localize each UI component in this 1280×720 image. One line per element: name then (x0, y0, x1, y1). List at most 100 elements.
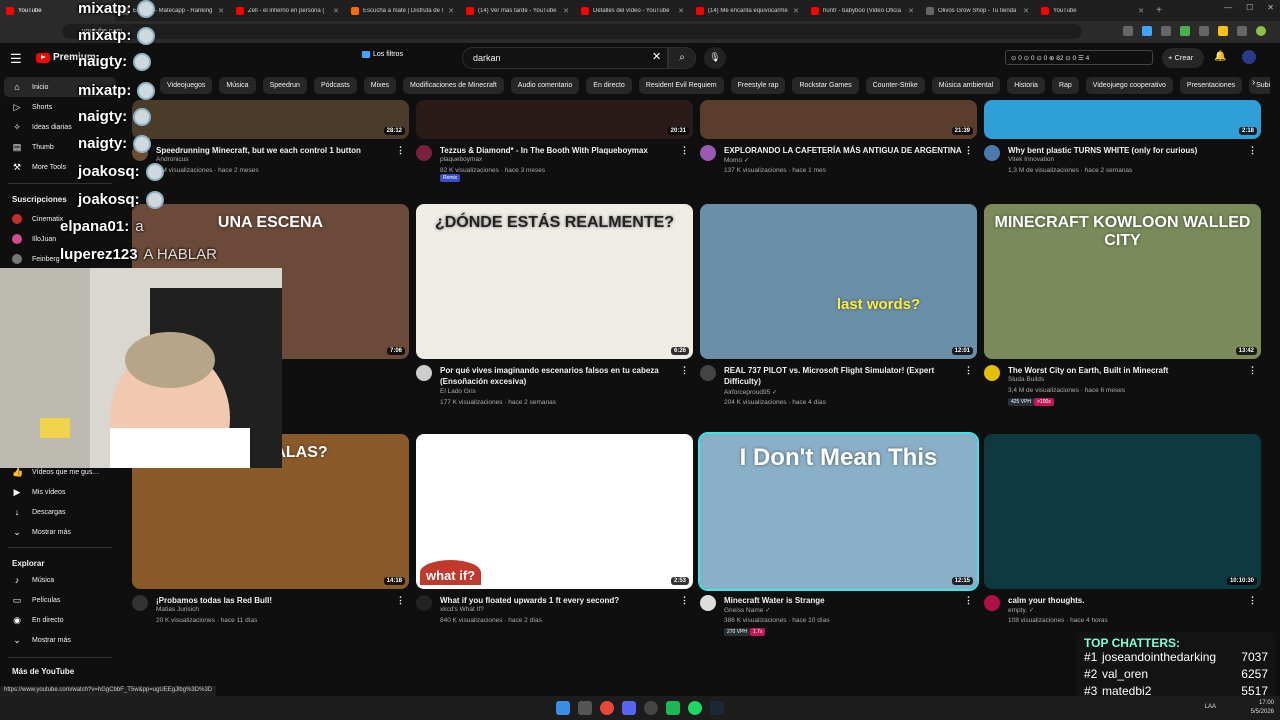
window-controls[interactable]: — ☐ ✕ (1224, 3, 1274, 12)
tab-close-icon[interactable]: ✕ (563, 7, 569, 15)
video-thumbnail[interactable]: 20:31 (416, 100, 693, 139)
video-title[interactable]: Tezzus & Diamond* - In The Booth With Pl… (440, 145, 680, 156)
more-options-icon[interactable]: ⋮ (964, 365, 973, 376)
channel-avatar[interactable] (416, 365, 432, 381)
video-thumbnail[interactable]: last words? 12:01 (700, 204, 977, 359)
video-thumbnail[interactable]: 21:39 (700, 100, 977, 139)
close-icon[interactable]: ✕ (1267, 3, 1274, 12)
filter-chip[interactable]: Counter-Strike (865, 77, 925, 94)
video-thumbnail[interactable]: what if? 2:53 (416, 434, 693, 589)
filter-chip[interactable]: Pódcasts (313, 77, 357, 94)
more-options-icon[interactable]: ⋮ (1248, 365, 1257, 376)
browser-tab[interactable]: (14) Me encanta equivocarme ✕ (690, 0, 805, 21)
channel-name[interactable]: Gneiss Name ✓ (724, 606, 771, 614)
tab-close-icon[interactable]: ✕ (908, 7, 914, 15)
more-options-icon[interactable]: ⋮ (1248, 595, 1257, 606)
more-options-icon[interactable]: ⋮ (964, 595, 973, 606)
tab-close-icon[interactable]: ✕ (333, 7, 339, 15)
channel-avatar[interactable] (132, 595, 148, 611)
filter-chip[interactable]: Mixes (363, 77, 397, 94)
more-options-icon[interactable]: ⋮ (1248, 145, 1257, 156)
maximize-icon[interactable]: ☐ (1246, 3, 1253, 12)
filter-chip[interactable]: Modificaciones de Minecraft (403, 77, 504, 94)
channel-avatar[interactable] (984, 595, 1000, 611)
video-thumbnail[interactable]: I Don't Mean This 12:15 (698, 432, 979, 591)
video-thumbnail[interactable]: 10:10:30 (984, 434, 1261, 589)
sidebar-item-you[interactable]: ⌄ Mostrar más (0, 522, 120, 542)
extension-icon[interactable] (1180, 26, 1190, 36)
extension-icon[interactable] (1218, 26, 1228, 36)
sidebar-item-explore[interactable]: ♪ Música (0, 570, 120, 590)
spotify-icon[interactable] (688, 701, 702, 715)
extension-icon[interactable] (1142, 26, 1152, 36)
channel-name[interactable]: xkcd's What If? (440, 606, 484, 613)
filters-button[interactable]: Los filtros (362, 51, 403, 58)
more-options-icon[interactable]: ⋮ (396, 145, 405, 156)
more-options-icon[interactable]: ⋮ (680, 145, 689, 156)
start-icon[interactable] (556, 701, 570, 715)
channel-name[interactable]: empty. ✓ (1008, 606, 1034, 614)
channel-name[interactable]: Sluda Builds (1008, 376, 1044, 383)
channel-name[interactable]: Matias Jurisich (156, 606, 199, 613)
steam-icon[interactable] (710, 701, 724, 715)
search-button[interactable]: ⌕ (668, 47, 696, 69)
filter-chip[interactable]: Presentaciones (1179, 77, 1243, 94)
discord-icon[interactable] (622, 701, 636, 715)
extension-icon[interactable] (1123, 26, 1133, 36)
tab-close-icon[interactable]: ✕ (448, 7, 454, 15)
avatar[interactable] (1242, 50, 1256, 64)
chrome-icon[interactable] (600, 701, 614, 715)
channel-avatar[interactable] (700, 365, 716, 381)
sidebar-item-explore[interactable]: ▭ Películas (0, 590, 120, 610)
filter-chip[interactable]: En directo (586, 77, 632, 94)
extension-icon[interactable] (1161, 26, 1171, 36)
video-title[interactable]: What if you floated upwards 1 ft every s… (440, 595, 680, 606)
filter-chip[interactable]: Rap (1051, 77, 1079, 94)
chat-app-icon[interactable] (666, 701, 680, 715)
chevron-right-icon[interactable]: › (1252, 77, 1255, 88)
extension-icon[interactable] (1237, 26, 1247, 36)
filter-chip[interactable]: Música ambiental (931, 77, 1001, 94)
filter-chip[interactable]: Rockstar Games (792, 77, 859, 94)
tab-close-icon[interactable]: ✕ (678, 7, 684, 15)
new-tab-button[interactable]: + (1150, 5, 1168, 16)
video-title[interactable]: calm your thoughts. (1008, 595, 1248, 606)
channel-avatar[interactable] (416, 595, 432, 611)
profile-icon[interactable] (1256, 26, 1266, 36)
search-icon[interactable] (578, 701, 592, 715)
sidebar-item-you[interactable]: ↓ Descargas (0, 502, 120, 522)
more-options-icon[interactable]: ⋮ (964, 145, 973, 156)
sidebar-item-explore[interactable]: ◉ En directo (0, 610, 120, 630)
channel-avatar[interactable] (984, 365, 1000, 381)
search-input[interactable]: darkan (462, 47, 668, 69)
notifications-bell-icon[interactable]: 🔔 (1214, 51, 1226, 62)
video-title[interactable]: Why bent plastic TURNS WHITE (only for c… (1008, 145, 1248, 156)
video-title[interactable]: Por qué vives imaginando escenarios fals… (440, 365, 680, 387)
video-thumbnail[interactable]: MINECRAFT KOWLOON WALLED CITY 13:42 (984, 204, 1261, 359)
video-title[interactable]: REAL 737 PILOT vs. Microsoft Flight Simu… (724, 365, 964, 387)
more-options-icon[interactable]: ⋮ (680, 365, 689, 376)
voice-search-button[interactable]: 🎙 (704, 47, 726, 69)
video-title[interactable]: EXPLORANDO LA CAFETERÍA MÁS ANTIGUA DE A… (724, 145, 964, 156)
channel-name[interactable]: plaqueboymax (440, 156, 482, 163)
channel-name[interactable]: El Lado Gris (440, 388, 476, 395)
minimize-icon[interactable]: — (1224, 3, 1232, 12)
channel-name[interactable]: Vitek Innovation (1008, 156, 1054, 163)
channel-avatar[interactable] (416, 145, 432, 161)
sidebar-item-explore[interactable]: ⌄ Mostrar más (0, 630, 120, 650)
filter-chip[interactable]: Resident Evil Requiem (638, 77, 724, 94)
video-title[interactable]: ¡Probamos todas las Red Bull! (156, 595, 396, 606)
obs-icon[interactable] (644, 701, 658, 715)
browser-tab[interactable]: (14) Ver más tarde - YouTube ✕ (460, 0, 575, 21)
browser-tab[interactable]: Olivos Grow Shop - Tu tienda ✕ (920, 0, 1035, 21)
channel-name[interactable]: Airforceproud95 ✓ (724, 388, 778, 396)
video-thumbnail[interactable]: 2:18 (984, 100, 1261, 139)
browser-tab[interactable]: huntr - babyboo (Video Oficia ✕ (805, 0, 920, 21)
filter-chip[interactable]: Audio comentario (510, 77, 580, 94)
create-button[interactable]: + Crear (1162, 48, 1204, 68)
video-title[interactable]: The Worst City on Earth, Built in Minecr… (1008, 365, 1248, 376)
filter-chip[interactable]: Historia (1007, 77, 1045, 94)
tab-close-icon[interactable]: ✕ (1138, 7, 1144, 15)
extension-icon[interactable] (1199, 26, 1209, 36)
channel-name[interactable]: Momo ✓ (724, 156, 749, 164)
